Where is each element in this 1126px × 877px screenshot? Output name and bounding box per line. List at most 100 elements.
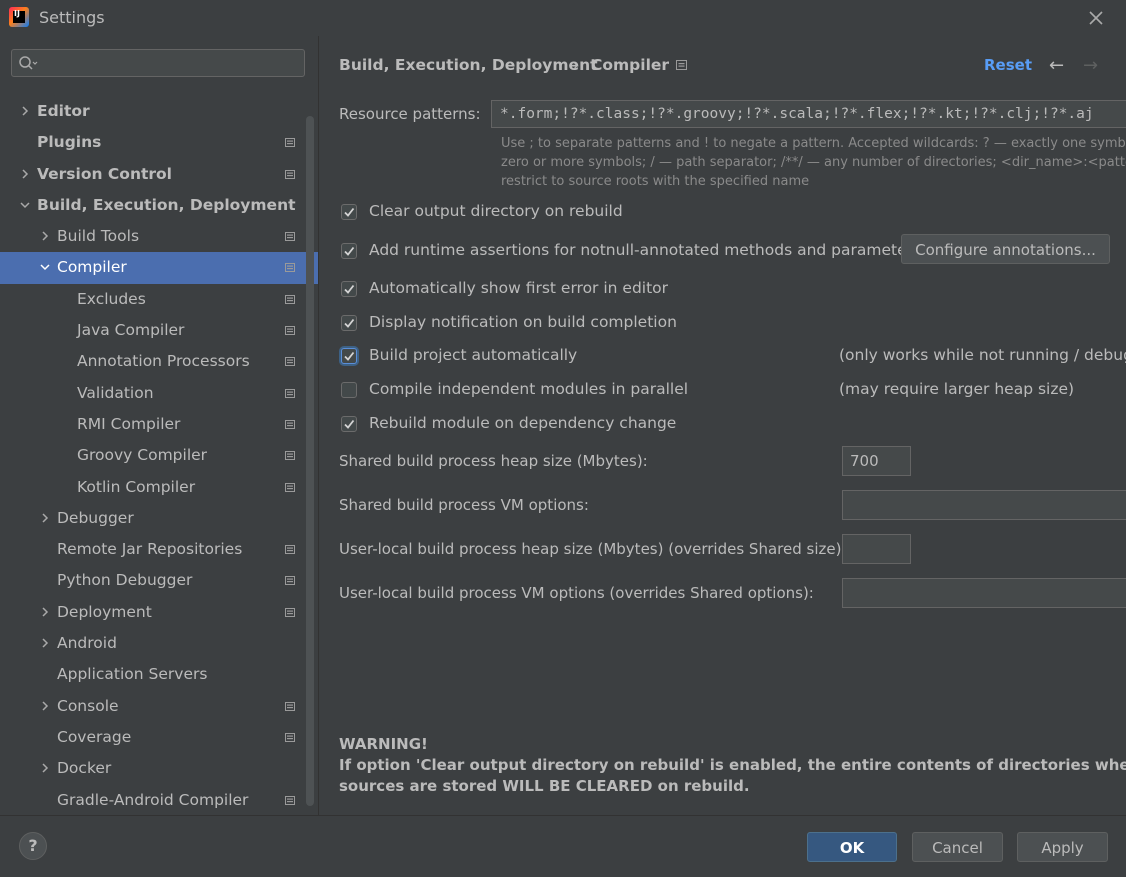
sidebar-item-label: Coverage (57, 727, 132, 746)
sidebar-item[interactable]: Plugins (0, 127, 318, 158)
option-label[interactable]: Add runtime assertions for notnull-annot… (369, 241, 921, 259)
close-icon[interactable] (1086, 8, 1106, 28)
sidebar-item[interactable]: Kotlin Compiler (0, 472, 318, 503)
project-scope-icon (285, 607, 295, 617)
chevron-right-icon[interactable] (40, 763, 50, 773)
chevron-right-icon[interactable] (40, 701, 50, 711)
ok-button[interactable]: OK (807, 832, 897, 862)
configure-annotations-button[interactable]: Configure annotations... (901, 234, 1110, 264)
back-arrow-icon[interactable]: ← (1049, 55, 1064, 76)
sidebar-item-label: Groovy Compiler (77, 446, 208, 465)
project-scope-icon (285, 795, 295, 805)
sidebar-item[interactable]: Groovy Compiler (0, 440, 318, 471)
chevron-down-icon[interactable] (20, 200, 30, 210)
option-checkbox[interactable] (341, 281, 357, 297)
sidebar-item[interactable]: Remote Jar Repositories (0, 534, 318, 565)
sidebar-item-label: Console (57, 696, 119, 715)
sidebar-item[interactable]: Excludes (0, 284, 318, 315)
sidebar-item[interactable]: Debugger (0, 503, 318, 534)
sidebar-item-label: Plugins (37, 133, 102, 152)
field-input[interactable] (842, 490, 1126, 520)
chevron-down-icon[interactable] (40, 262, 50, 272)
option-checkbox[interactable] (341, 382, 357, 398)
sidebar-item[interactable]: Build, Execution, Deployment (0, 190, 318, 221)
sidebar-item[interactable]: Android (0, 628, 318, 659)
project-scope-icon (285, 419, 295, 429)
option-label[interactable]: Display notification on build completion (369, 313, 677, 331)
chevron-right-icon[interactable] (40, 607, 50, 617)
help-button[interactable]: ? (19, 832, 47, 860)
sidebar-item[interactable]: Application Servers (0, 659, 318, 690)
sidebar-item[interactable]: Compiler (0, 252, 318, 284)
field-label: User-local build process VM options (ove… (339, 584, 814, 602)
project-scope-icon (285, 294, 295, 304)
reset-link[interactable]: Reset (984, 56, 1032, 74)
chevron-right-icon[interactable] (20, 169, 30, 179)
project-scope-icon (285, 357, 295, 367)
option-label[interactable]: Compile independent modules in parallel (369, 380, 688, 398)
option-checkbox[interactable] (341, 243, 357, 259)
sidebar-item[interactable]: Docker (0, 753, 318, 784)
sidebar-item[interactable]: Editor (0, 96, 318, 127)
checkmark-icon (344, 284, 355, 294)
sidebar-item[interactable]: Coverage (0, 722, 318, 753)
apply-button[interactable]: Apply (1017, 832, 1108, 862)
resource-hint-3: restrict to source roots with the specif… (501, 174, 810, 189)
option-checkbox[interactable] (341, 348, 357, 364)
project-scope-icon (285, 169, 295, 179)
warning-line-2: sources are stored WILL BE CLEARED on re… (339, 777, 750, 795)
cancel-button[interactable]: Cancel (912, 832, 1003, 862)
project-scope-icon (285, 263, 295, 273)
field-input[interactable] (842, 578, 1126, 608)
forward-arrow-icon: → (1083, 55, 1099, 76)
chevron-right-icon[interactable] (20, 106, 30, 116)
sidebar-item[interactable]: Java Compiler (0, 315, 318, 346)
project-scope-icon (676, 60, 687, 70)
sidebar-item-label: Build, Execution, Deployment (37, 195, 296, 214)
sidebar-item[interactable]: Version Control (0, 159, 318, 190)
checkmark-icon (344, 318, 355, 328)
sidebar-scrollbar[interactable] (306, 116, 314, 806)
option-label[interactable]: Rebuild module on dependency change (369, 414, 676, 432)
sidebar-item[interactable]: Deployment (0, 597, 318, 628)
option-note: (may require larger heap size) (839, 380, 1075, 398)
sidebar-item[interactable]: Console (0, 691, 318, 722)
sidebar-item[interactable]: Annotation Processors (0, 346, 318, 377)
checkmark-icon (344, 246, 355, 256)
option-checkbox[interactable] (341, 204, 357, 220)
resource-patterns-input[interactable] (491, 100, 1126, 128)
project-scope-icon (285, 482, 295, 492)
sidebar-item[interactable]: Build Tools (0, 221, 318, 252)
sidebar-item-label: Gradle-Android Compiler (57, 790, 249, 809)
option-label[interactable]: Automatically show first error in editor (369, 279, 668, 297)
project-scope-icon (285, 138, 295, 148)
settings-tree: Editor Plugins Version Control Build, Execu… (0, 96, 318, 816)
chevron-right-icon[interactable] (40, 638, 50, 648)
option-checkbox[interactable] (341, 315, 357, 331)
dialog-footer: ? OK Cancel Apply (0, 815, 1126, 877)
option-label[interactable]: Build project automatically (369, 346, 577, 364)
search-field[interactable] (11, 49, 305, 77)
option-checkbox[interactable] (341, 416, 357, 432)
field-input[interactable] (842, 446, 911, 476)
option-label[interactable]: Clear output directory on rebuild (369, 202, 623, 220)
search-input[interactable] (42, 53, 301, 75)
sidebar-item[interactable]: Gradle-Android Compiler (0, 785, 318, 816)
breadcrumb-parent[interactable]: Build, Execution, Deployment (339, 56, 598, 74)
field-input[interactable] (842, 534, 911, 564)
sidebar-item[interactable]: Python Debugger (0, 565, 318, 596)
project-scope-icon (285, 326, 295, 336)
field-label: Shared build process VM options: (339, 496, 589, 514)
sidebar-item-label: Application Servers (57, 665, 208, 684)
sidebar-item-label: Build Tools (57, 227, 140, 246)
sidebar-item-label: Python Debugger (57, 571, 193, 590)
compiler-settings-panel: Build, Execution, Deployment › Compiler … (319, 36, 1126, 815)
checkmark-icon (344, 351, 355, 361)
sidebar-item-label: RMI Compiler (77, 414, 181, 433)
chevron-right-icon[interactable] (40, 513, 50, 523)
sidebar-item[interactable]: RMI Compiler (0, 409, 318, 440)
sidebar-item[interactable]: Validation (0, 378, 318, 409)
title-bar: IJ Settings (0, 0, 1126, 36)
chevron-right-icon[interactable] (40, 231, 50, 241)
checkmark-icon (344, 207, 355, 217)
